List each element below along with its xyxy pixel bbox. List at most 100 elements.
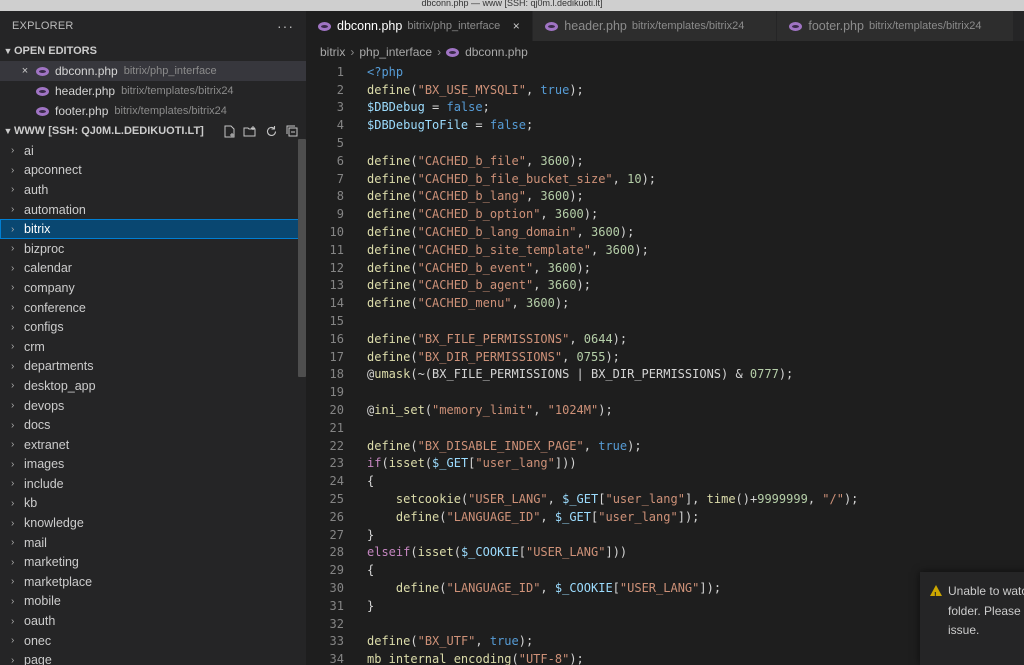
code-line[interactable]: 9 define("CACHED_b_option", 3600); [306,205,1024,223]
tree-folder-page[interactable]: › page [0,650,306,665]
tree-folder-configs[interactable]: › configs [0,317,306,337]
tree-folder-marketing[interactable]: › marketing [0,552,306,572]
code-line[interactable]: 13 define("CACHED_b_agent", 3660); [306,277,1024,295]
code-line[interactable]: 24 { [306,472,1024,490]
tree-folder-ai[interactable]: › ai [0,141,306,161]
tree-folder-images[interactable]: › images [0,455,306,475]
open-editor-name: header.php [55,84,116,98]
close-icon[interactable]: × [510,19,522,33]
code-line[interactable]: 23 if(isset($_GET["user_lang"])) [306,455,1024,473]
code-text: define("CACHED_b_file_bucket_size", 10); [367,171,657,186]
close-icon[interactable]: × [19,65,31,77]
open-editor-header[interactable]: header.php bitrix/templates/bitrix24 [0,81,306,101]
code-line[interactable]: 17 define("BX_DIR_PERMISSIONS", 0755); [306,348,1024,366]
code-line[interactable]: 1 <?php [306,63,1024,81]
code-line[interactable]: 7 define("CACHED_b_file_bucket_size", 10)… [306,170,1024,188]
tree-folder-mail[interactable]: › mail [0,533,306,553]
code-text: @umask(~(BX_FILE_PERMISSIONS | BX_DIR_PE… [367,367,794,382]
code-line[interactable]: 19 [306,383,1024,401]
breadcrumb-item[interactable]: dbconn.php [465,45,528,59]
workspace-section[interactable]: ▼ WWW [SSH: QJ0M.L.DEDIKUOTI.LT] [0,121,306,141]
code-line[interactable]: 5 [306,134,1024,152]
tree-folder-company[interactable]: › company [0,278,306,298]
code-line[interactable]: 32 [306,615,1024,633]
tree-folder-apconnect[interactable]: › apconnect [0,161,306,181]
code-line[interactable]: 29 { [306,561,1024,579]
code-line[interactable]: 31} [306,597,1024,615]
sidebar-scrollbar[interactable] [298,139,306,377]
new-folder-icon[interactable] [242,123,258,139]
tree-folder-label: auth [24,182,49,197]
tab-footer[interactable]: footer.php bitrix/templates/bitrix24 × [777,11,1015,41]
tree-folder-label: configs [24,320,64,335]
refresh-icon[interactable] [263,123,279,139]
code-line[interactable]: 28 elseif(isset($_COOKIE["USER_LANG"])) [306,544,1024,562]
code-line[interactable]: 27} [306,526,1024,544]
tree-folder-knowledge[interactable]: › knowledge [0,513,306,533]
line-number: 10 [329,225,344,240]
more-actions-icon[interactable]: ··· [277,18,294,34]
code-line[interactable]: 2 define("BX_USE_MYSQLI", true); [306,81,1024,99]
tab-label: header.php [564,19,627,33]
code-line[interactable]: 12 define("CACHED_b_event", 3600); [306,259,1024,277]
code-line[interactable]: 30 define("LANGUAGE_ID", $_COOKIE["USER_… [306,579,1024,597]
tree-folder-conference[interactable]: › conference [0,298,306,318]
tree-folder-devops[interactable]: › devops [0,396,306,416]
code-line[interactable]: 21 [306,419,1024,437]
explorer-sidebar: EXPLORER ··· ▼ OPEN EDITORS × dbconn.php… [0,11,306,665]
tree-folder-label: docs [24,418,51,433]
code-line[interactable]: 20 @ini_set("memory_limit", "1024M"); [306,401,1024,419]
code-line[interactable]: 26 define("LANGUAGE_ID", $_GET["user_lan… [306,508,1024,526]
line-number: 18 [329,367,344,382]
code-line[interactable]: 3 $DBDebug = false; [306,99,1024,117]
code-line[interactable]: 8 define("CACHED_b_lang", 3600); [306,188,1024,206]
code-line[interactable]: 22 define("BX_DISABLE_INDEX_PAGE", true); [306,437,1024,455]
tree-folder-include[interactable]: › include [0,474,306,494]
notification-toast[interactable]: Unable to watc folder. Please f issue. [920,572,1024,665]
tree-folder-automation[interactable]: › automation [0,200,306,220]
code-line[interactable]: 14 define("CACHED_menu", 3600); [306,294,1024,312]
tree-folder-auth[interactable]: › auth [0,180,306,200]
code-text: define("CACHED_b_site_template", 3600); [367,242,649,257]
tree-folder-kb[interactable]: › kb [0,494,306,514]
chevron-right-icon: › [11,321,15,333]
tree-folder-docs[interactable]: › docs [0,415,306,435]
tree-folder-desktop-app[interactable]: › desktop_app [0,376,306,396]
tree-folder-onec[interactable]: › onec [0,631,306,651]
tree-folder-departments[interactable]: › departments [0,357,306,377]
tab-header[interactable]: header.php bitrix/templates/bitrix24 × [533,11,778,41]
code-text: define("CACHED_b_lang", 3600); [367,189,584,204]
new-file-icon[interactable] [221,123,237,139]
code-line[interactable]: 11 define("CACHED_b_site_template", 3600)… [306,241,1024,259]
tree-folder-bizproc[interactable]: › bizproc [0,239,306,259]
code-line[interactable]: 18 @umask(~(BX_FILE_PERMISSIONS | BX_DIR_… [306,366,1024,384]
chevron-right-icon: › [11,380,15,392]
breadcrumb-item[interactable]: php_interface [359,45,432,59]
tree-folder-mobile[interactable]: › mobile [0,592,306,612]
code-line[interactable]: 16 define("BX_FILE_PERMISSIONS", 0644); [306,330,1024,348]
code-line[interactable]: 10 define("CACHED_b_lang_domain", 3600); [306,223,1024,241]
tree-folder-crm[interactable]: › crm [0,337,306,357]
code-line[interactable]: 34 mb_internal_encoding("UTF-8"); [306,650,1024,665]
breadcrumb-item[interactable]: bitrix [320,45,345,59]
code-text: define("CACHED_b_agent", 3660); [367,278,591,293]
code-text: } [367,598,375,613]
code-line[interactable]: 25 setcookie("USER_LANG", $_GET["user_la… [306,490,1024,508]
tree-folder-oauth[interactable]: › oauth [0,611,306,631]
code-editor[interactable]: 1 <?php 2 define("BX_USE_MYSQLI", true); 3 $D… [306,63,1024,665]
tab-dbconn[interactable]: dbconn.php bitrix/php_interface × [306,11,534,41]
code-line[interactable]: 33 define("BX_UTF", true); [306,633,1024,651]
workspace-actions [221,123,300,139]
tree-folder-bitrix[interactable]: › bitrix [0,219,306,239]
open-editor-dbconn[interactable]: × dbconn.php bitrix/php_interface [0,61,306,81]
tree-folder-extranet[interactable]: › extranet [0,435,306,455]
code-line[interactable]: 15 [306,312,1024,330]
code-line[interactable]: 4 $DBDebugToFile = false; [306,116,1024,134]
code-line[interactable]: 6 define("CACHED_b_file", 3600); [306,152,1024,170]
tree-folder-marketplace[interactable]: › marketplace [0,572,306,592]
tab-label: footer.php [808,19,864,33]
tree-folder-calendar[interactable]: › calendar [0,259,306,279]
open-editors-section[interactable]: ▼ OPEN EDITORS [0,41,306,61]
collapse-all-icon[interactable] [284,123,300,139]
open-editor-footer[interactable]: footer.php bitrix/templates/bitrix24 [0,101,306,121]
